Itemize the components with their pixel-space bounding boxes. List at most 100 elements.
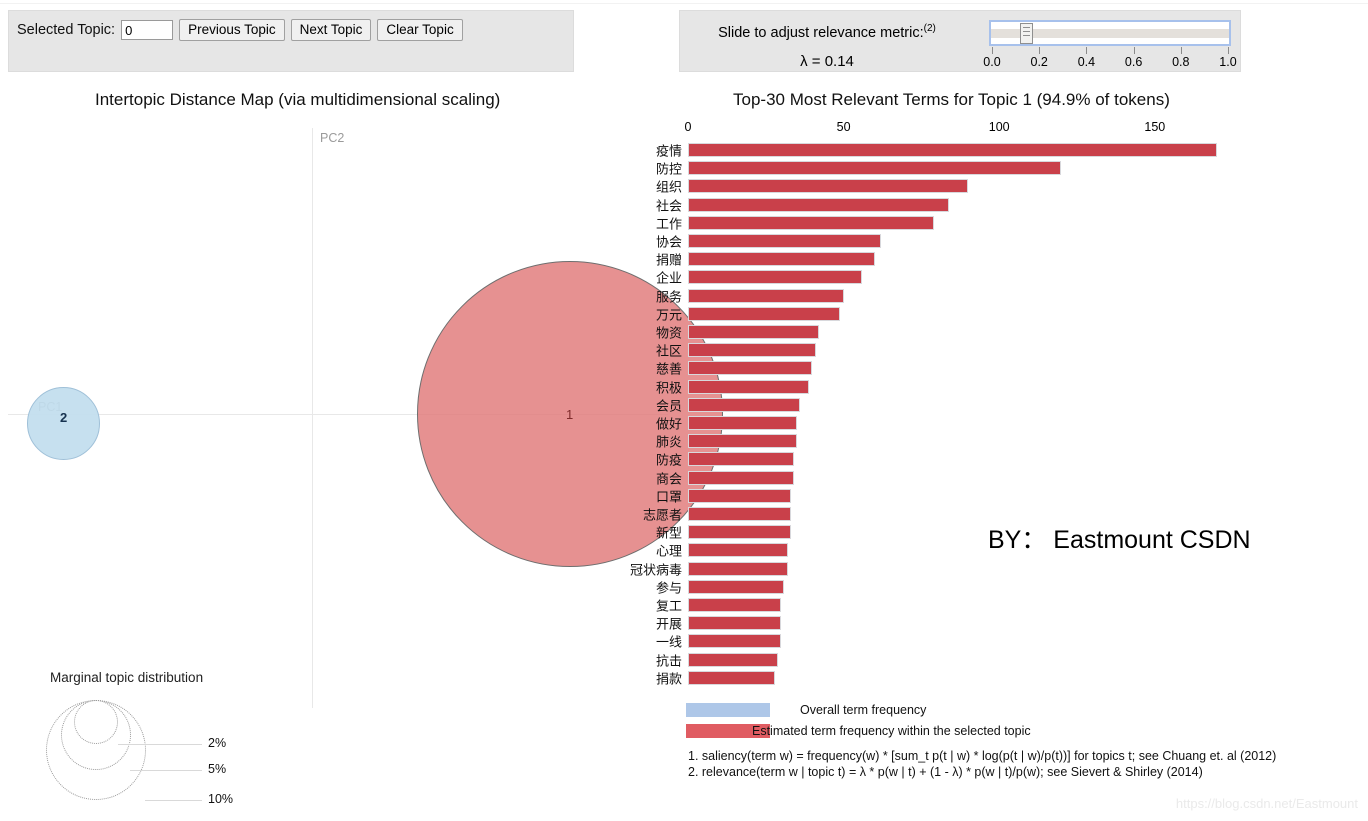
- term-label-21[interactable]: 新型: [570, 523, 682, 542]
- footnote-relevance: 2. relevance(term w | topic t) = λ * p(w…: [688, 765, 1203, 779]
- bar-estimated-23[interactable]: [688, 561, 788, 576]
- pc2-axis-line: [312, 128, 313, 708]
- term-label-8[interactable]: 服务: [570, 286, 682, 305]
- topic-selection-panel: Selected Topic: Previous Topic Next Topi…: [8, 10, 574, 72]
- bar-estimated-25[interactable]: [688, 598, 782, 612]
- term-label-3[interactable]: 社会: [570, 195, 682, 214]
- term-label-17[interactable]: 防疫: [570, 450, 682, 469]
- bar-estimated-9[interactable]: [688, 306, 841, 321]
- term-label-24[interactable]: 参与: [570, 577, 682, 596]
- bar-estimated-6[interactable]: [688, 252, 875, 267]
- bar-estimated-0[interactable]: [688, 143, 1218, 157]
- slider-tick-label-0.2: 0.2: [1030, 55, 1048, 69]
- term-label-7[interactable]: 企业: [570, 268, 682, 287]
- xaxis-tick-150: 150: [1144, 120, 1166, 134]
- selected-topic-input[interactable]: [121, 20, 174, 40]
- term-label-4[interactable]: 工作: [570, 213, 682, 232]
- term-label-11[interactable]: 社区: [570, 341, 682, 360]
- clear-topic-button[interactable]: Clear Topic: [377, 19, 463, 41]
- term-label-5[interactable]: 协会: [570, 232, 682, 251]
- slide-instruction-footnote-ref: (2): [923, 23, 936, 34]
- bar-estimated-20[interactable]: [688, 507, 791, 521]
- slide-instruction: Slide to adjust relevance metric:(2): [692, 23, 962, 41]
- term-label-29[interactable]: 捐款: [570, 668, 682, 687]
- bar-estimated-1[interactable]: [688, 161, 1062, 176]
- term-label-9[interactable]: 万元: [570, 304, 682, 323]
- term-label-0[interactable]: 疫情: [570, 141, 682, 160]
- term-label-10[interactable]: 物资: [570, 323, 682, 342]
- marginal-leader-10pct: [145, 800, 202, 801]
- term-label-28[interactable]: 抗击: [570, 650, 682, 669]
- top-terms-title: Top-30 Most Relevant Terms for Topic 1 (…: [733, 90, 1170, 109]
- xaxis-tick-50: 50: [836, 120, 851, 134]
- bar-estimated-27[interactable]: [688, 634, 782, 649]
- term-label-13[interactable]: 积极: [570, 377, 682, 396]
- bar-estimated-3[interactable]: [688, 197, 950, 212]
- lambda-slider[interactable]: [989, 20, 1231, 46]
- previous-topic-button[interactable]: Previous Topic: [179, 19, 285, 41]
- bar-estimated-24[interactable]: [688, 579, 785, 594]
- marginal-leader-5pct: [130, 770, 202, 771]
- slider-tick-label-0.4: 0.4: [1077, 55, 1096, 69]
- term-label-6[interactable]: 捐赠: [570, 250, 682, 269]
- next-topic-button[interactable]: Next Topic: [290, 19, 372, 41]
- bar-estimated-17[interactable]: [688, 452, 794, 467]
- bar-estimated-28[interactable]: [688, 652, 779, 667]
- relevance-metric-text: Slide to adjust relevance metric:(2) λ =…: [692, 23, 962, 70]
- bar-estimated-10[interactable]: [688, 325, 819, 339]
- xaxis-tick-0: 0: [684, 120, 692, 134]
- slide-instruction-text: Slide to adjust relevance metric:: [718, 24, 924, 41]
- slider-tick-label-0.8: 0.8: [1172, 55, 1190, 69]
- term-label-14[interactable]: 会员: [570, 395, 682, 414]
- term-label-20[interactable]: 志愿者: [570, 505, 682, 524]
- term-label-16[interactable]: 肺炎: [570, 432, 682, 451]
- bar-estimated-18[interactable]: [688, 470, 794, 485]
- marginal-topic-distribution-legend: Marginal topic distribution 2% 5% 10%: [40, 670, 280, 810]
- bar-estimated-22[interactable]: [688, 543, 788, 558]
- bar-estimated-11[interactable]: [688, 343, 816, 358]
- term-label-25[interactable]: 复工: [570, 596, 682, 615]
- topic-circle-2-label: 2: [60, 410, 68, 425]
- term-label-2[interactable]: 组织: [570, 177, 682, 196]
- term-label-15[interactable]: 做好: [570, 414, 682, 433]
- slider-tick-label-0.0: 0.0: [983, 55, 1001, 69]
- term-label-26[interactable]: 开展: [570, 614, 682, 633]
- bar-estimated-19[interactable]: [688, 488, 791, 503]
- marginal-circle-2pct: [74, 700, 118, 744]
- legend-swatch-overall-frequency: [686, 703, 770, 717]
- term-label-27[interactable]: 一线: [570, 632, 682, 651]
- term-label-1[interactable]: 防控: [570, 159, 682, 178]
- footnote-saliency: 1. saliency(term w) = frequency(w) * [su…: [688, 749, 1277, 763]
- slider-tick-1.0: [1228, 47, 1229, 54]
- bar-estimated-15[interactable]: [688, 416, 797, 430]
- slider-tick-label-1.0: 1.0: [1219, 55, 1237, 69]
- slider-tick-0.2: [1039, 47, 1041, 54]
- bar-estimated-26[interactable]: [688, 616, 782, 631]
- bar-estimated-21[interactable]: [688, 525, 791, 540]
- term-label-18[interactable]: 商会: [570, 468, 682, 487]
- bar-estimated-7[interactable]: [688, 270, 863, 285]
- selected-topic-label: Selected Topic:: [17, 22, 116, 38]
- bar-estimated-13[interactable]: [688, 379, 810, 394]
- term-label-12[interactable]: 慈善: [570, 359, 682, 378]
- bar-estimated-12[interactable]: [688, 361, 813, 376]
- bar-estimated-29[interactable]: [688, 670, 776, 685]
- bar-estimated-8[interactable]: [688, 288, 844, 303]
- bar-estimated-14[interactable]: [688, 397, 801, 412]
- bar-estimated-4[interactable]: [688, 215, 934, 230]
- topic-controls-row: Selected Topic: Previous Topic Next Topi…: [17, 19, 463, 41]
- bar-estimated-16[interactable]: [688, 434, 797, 449]
- term-label-19[interactable]: 口罩: [570, 486, 682, 505]
- bar-estimated-2[interactable]: [688, 179, 969, 194]
- term-label-22[interactable]: 心理: [570, 541, 682, 560]
- marginal-leader-2pct: [118, 744, 202, 745]
- relevance-metric-panel: Slide to adjust relevance metric:(2) λ =…: [679, 10, 1241, 72]
- byline-watermark: BY： Eastmount CSDN: [988, 526, 1251, 554]
- marginal-label-2pct: 2%: [208, 736, 227, 750]
- term-label-23[interactable]: 冠状病毒: [570, 559, 682, 578]
- bar-estimated-5[interactable]: [688, 234, 881, 248]
- intertopic-map-title: Intertopic Distance Map (via multidimens…: [95, 90, 501, 109]
- lambda-slider-thumb[interactable]: [1020, 23, 1033, 44]
- lambda-value-readout: λ = 0.14: [800, 52, 854, 70]
- legend-label-overall-frequency: Overall term frequency: [800, 703, 927, 717]
